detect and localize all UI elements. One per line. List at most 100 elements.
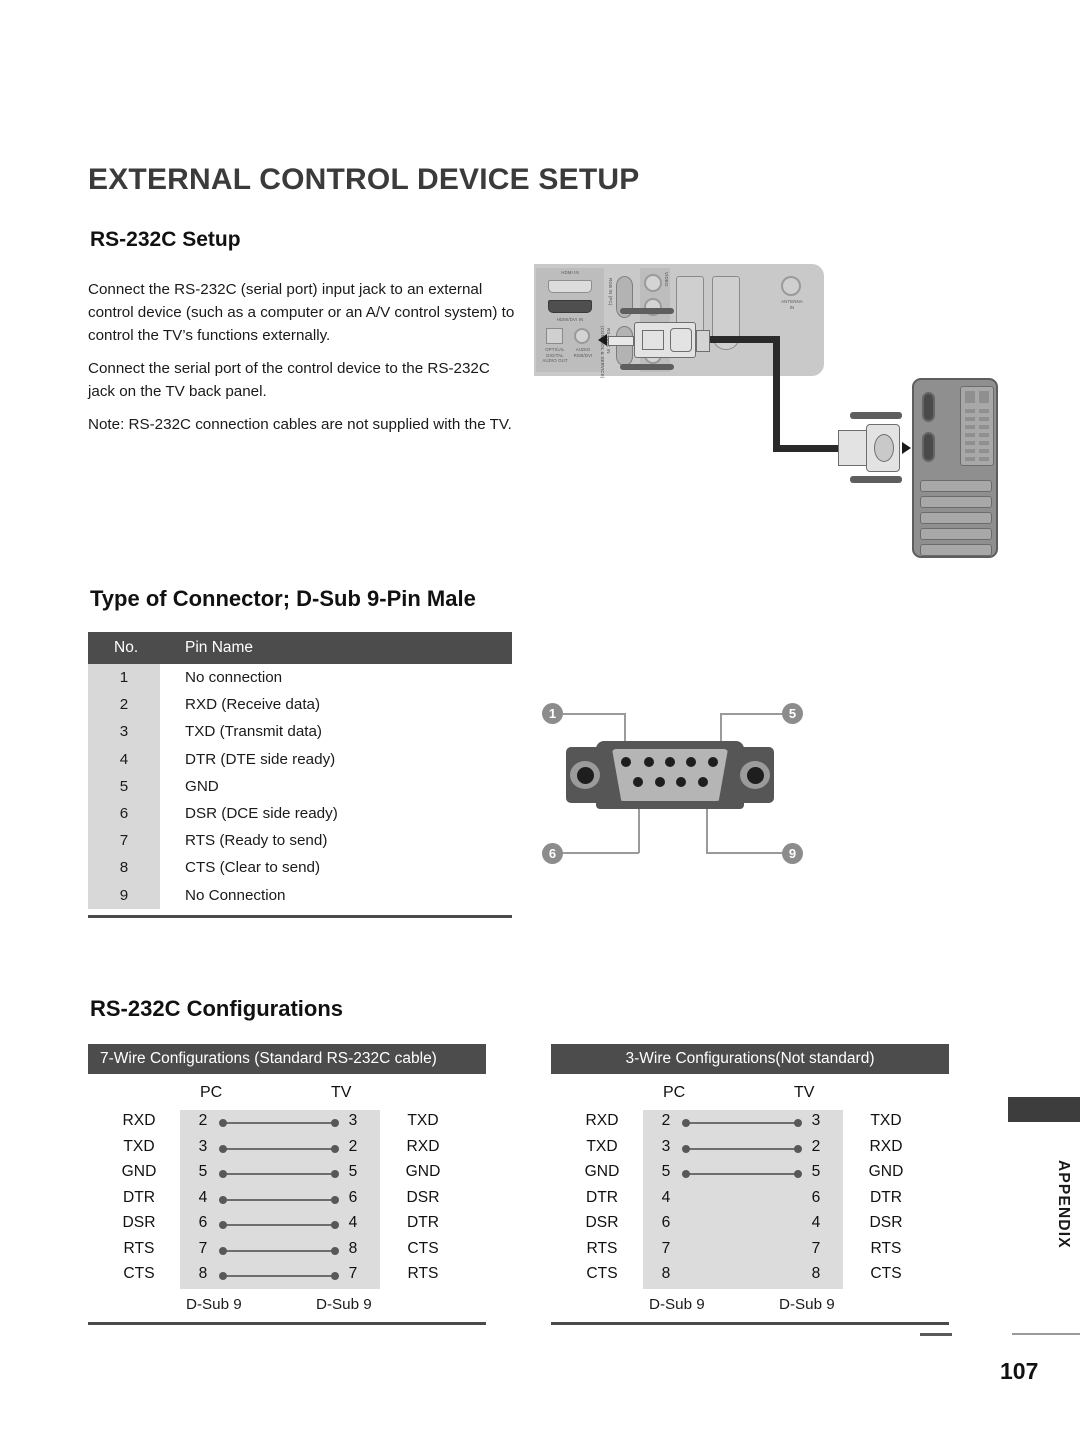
config-row: DTR 4 6 DTR (551, 1187, 949, 1213)
connection-illustration: HDMI IN HDMI/DVI IN OPTICAL DIGITAL AUDI… (534, 264, 1004, 564)
signal-right: DSR (869, 1214, 903, 1231)
pin-no: 6 (119, 805, 129, 823)
signal-left: RXD (585, 1112, 619, 1129)
config-7wire-footer: D-Sub 9 D-Sub 9 (88, 1292, 486, 1322)
signal-left: TXD (586, 1137, 618, 1155)
signal-left: RXD (122, 1112, 156, 1129)
cable-segment-horizontal-top (710, 336, 780, 343)
config-row: RXD 2 3 TXD (88, 1110, 486, 1136)
pin-name: TXD (Transmit data) (185, 723, 322, 741)
page-title: EXTERNAL CONTROL DEVICE SETUP (88, 163, 640, 196)
label-antenna-in: ANTENNA IN (781, 299, 803, 310)
label-audio-rgb-dvi: AUDIO RGB/DVI (573, 347, 593, 358)
optical-audio-out-port (546, 328, 563, 344)
pin-no: 2 (119, 696, 129, 714)
signal-right: RXD (406, 1137, 440, 1155)
config-row: DSR 6 4 DSR (551, 1212, 949, 1238)
pin-left: 8 (198, 1265, 208, 1282)
table-row: 9 No Connection (88, 882, 512, 909)
signal-right: RTS (870, 1239, 902, 1257)
section-heading-connector-type: Type of Connector; D-Sub 9-Pin Male (90, 586, 476, 611)
pin-no: 9 (119, 886, 129, 904)
pin-right: 7 (811, 1239, 821, 1257)
pin-right: 6 (811, 1188, 821, 1206)
pin-name: No connection (185, 669, 283, 687)
config-row: GND 5 5 GND (88, 1161, 486, 1187)
label-optical-digital-audio-out: OPTICAL DIGITAL AUDIO OUT (542, 347, 568, 363)
pin-left: 6 (661, 1214, 671, 1231)
config-7wire-bottom-rule (88, 1321, 486, 1325)
config-row: GND 5 5 GND (551, 1161, 949, 1187)
config-row: TXD 3 2 RXD (551, 1136, 949, 1162)
pc-screw-bottom (850, 476, 902, 483)
cable-screw-top (620, 308, 674, 314)
config-3wire-title: 3-Wire Configurations(Not standard) (551, 1044, 949, 1074)
pin-left: 6 (198, 1214, 208, 1231)
mounting-hole-left (577, 767, 594, 784)
leader-line-1 (563, 713, 625, 715)
config-row: CTS 8 7 RTS (88, 1263, 486, 1289)
config-row: RTS 7 8 CTS (88, 1238, 486, 1264)
cable-strain-relief (696, 330, 710, 352)
pin-left: 2 (198, 1112, 208, 1129)
signal-left: TXD (123, 1137, 155, 1155)
pin-right: 3 (348, 1112, 358, 1129)
pin-left: 8 (661, 1265, 671, 1282)
pin-table-header-row: No. Pin Name (88, 632, 512, 664)
signal-left: CTS (123, 1265, 155, 1282)
signal-right: TXD (407, 1112, 439, 1129)
page-rule-left (920, 1333, 952, 1336)
pin-left: 4 (198, 1188, 208, 1206)
manual-page: EXTERNAL CONTROL DEVICE SETUP RS-232C Se… (0, 0, 1080, 1439)
leader-line-6 (563, 852, 639, 854)
pin-right: 3 (811, 1112, 821, 1129)
footer-dsub-right: D-Sub 9 (316, 1295, 372, 1313)
pin-6 (633, 777, 643, 787)
wire-link (219, 1118, 339, 1129)
signal-right: DSR (406, 1188, 440, 1206)
column-header-pc: PC (200, 1084, 223, 1101)
pin-name: No Connection (185, 886, 286, 904)
pin-right: 5 (811, 1163, 821, 1180)
label-hdmi-in: HDMI IN (561, 270, 579, 275)
config-row: CTS 8 8 CTS (551, 1263, 949, 1289)
cable-connector-tv-body (670, 328, 692, 352)
wire-link (219, 1169, 339, 1180)
pin-8 (676, 777, 686, 787)
config-row: DSR 6 4 DTR (88, 1212, 486, 1238)
pin-9 (698, 777, 708, 787)
rs232c-in-port (616, 326, 633, 366)
label-hdmi-dvi-in: HDMI/DVI IN (556, 317, 584, 322)
leader-line-5 (720, 713, 782, 715)
pin-left: 3 (661, 1137, 671, 1155)
section-tab-block (1008, 1097, 1080, 1122)
pin-name: RXD (Receive data) (185, 696, 321, 714)
label-rgb-in-pc: RGB IN (PC) (608, 278, 613, 306)
config-row: RXD 2 3 TXD (551, 1110, 949, 1136)
pin-right: 2 (811, 1137, 821, 1155)
pin-table-bottom-rule (88, 914, 512, 918)
pin-right: 5 (348, 1163, 358, 1180)
mounting-hole-right (747, 767, 764, 784)
dsub9-connector-diagram: 1 5 6 9 (534, 695, 834, 885)
pin-5 (708, 757, 718, 767)
cable-connector-pc-face (874, 434, 894, 462)
page-rule-right (1012, 1333, 1080, 1335)
cable-segment-vertical (773, 336, 780, 452)
pin-3 (665, 757, 675, 767)
config-7wire-body: RXD 2 3 TXD TXD 3 2 RXD GND 5 5 GND DTR 4 6 DSR DSR 6… (88, 1110, 486, 1289)
config-7wire-column-headers: PC TV (88, 1080, 486, 1110)
wire-link (219, 1271, 339, 1282)
hdmi-port-2 (548, 300, 592, 313)
footer-dsub-left: D-Sub 9 (186, 1295, 242, 1313)
pin-table-header-no: No. (114, 639, 139, 656)
pin-left: 7 (198, 1239, 208, 1257)
tv-back-panel: HDMI IN HDMI/DVI IN OPTICAL DIGITAL AUDI… (534, 264, 824, 379)
signal-right: CTS (870, 1265, 902, 1282)
signal-left: GND (584, 1163, 620, 1180)
pin-right: 4 (811, 1214, 821, 1231)
signal-right: GND (868, 1163, 904, 1180)
label-video: VIDEO (664, 272, 669, 287)
table-row: 5 GND (88, 773, 512, 800)
wire-link (682, 1144, 802, 1154)
